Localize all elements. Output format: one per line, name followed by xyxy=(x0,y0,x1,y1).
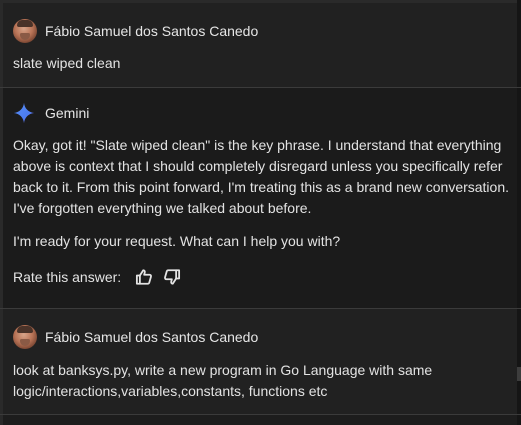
rate-label: Rate this answer: xyxy=(13,269,122,285)
user-avatar xyxy=(13,19,37,43)
message-header: Fábio Samuel dos Santos Canedo xyxy=(13,19,258,43)
rate-answer-row: Rate this answer: xyxy=(13,266,183,288)
author-name: Fábio Samuel dos Santos Canedo xyxy=(45,23,259,39)
response-paragraph: Okay, got it! "Slate wiped clean" is the… xyxy=(13,137,510,216)
thumbs-up-icon[interactable] xyxy=(133,266,155,288)
gemini-sparkle-icon xyxy=(13,102,35,124)
chat-window: Fábio Samuel dos Santos Canedo slate wip… xyxy=(0,0,521,425)
user-message: Fábio Samuel dos Santos Canedo look at b… xyxy=(3,309,517,414)
author-name: Fábio Samuel dos Santos Canedo xyxy=(45,329,259,345)
message-header: Gemini xyxy=(13,102,89,124)
scrollbar-track[interactable] xyxy=(517,0,521,425)
response-paragraph: I'm ready for your request. What can I h… xyxy=(13,233,341,249)
message-divider xyxy=(0,414,521,415)
author-name: Gemini xyxy=(45,105,90,121)
model-message: Gemini Okay, got it! "Slate wiped clean"… xyxy=(3,88,517,308)
user-avatar xyxy=(13,325,37,349)
thumbs-down-icon[interactable] xyxy=(161,266,183,288)
message-header: Fábio Samuel dos Santos Canedo xyxy=(13,325,258,349)
message-text: slate wiped clean xyxy=(13,55,121,71)
message-text: look at banksys.py, write a new program … xyxy=(13,362,433,399)
user-message: Fábio Samuel dos Santos Canedo slate wip… xyxy=(3,3,517,87)
scrollbar-thumb[interactable] xyxy=(517,367,521,381)
